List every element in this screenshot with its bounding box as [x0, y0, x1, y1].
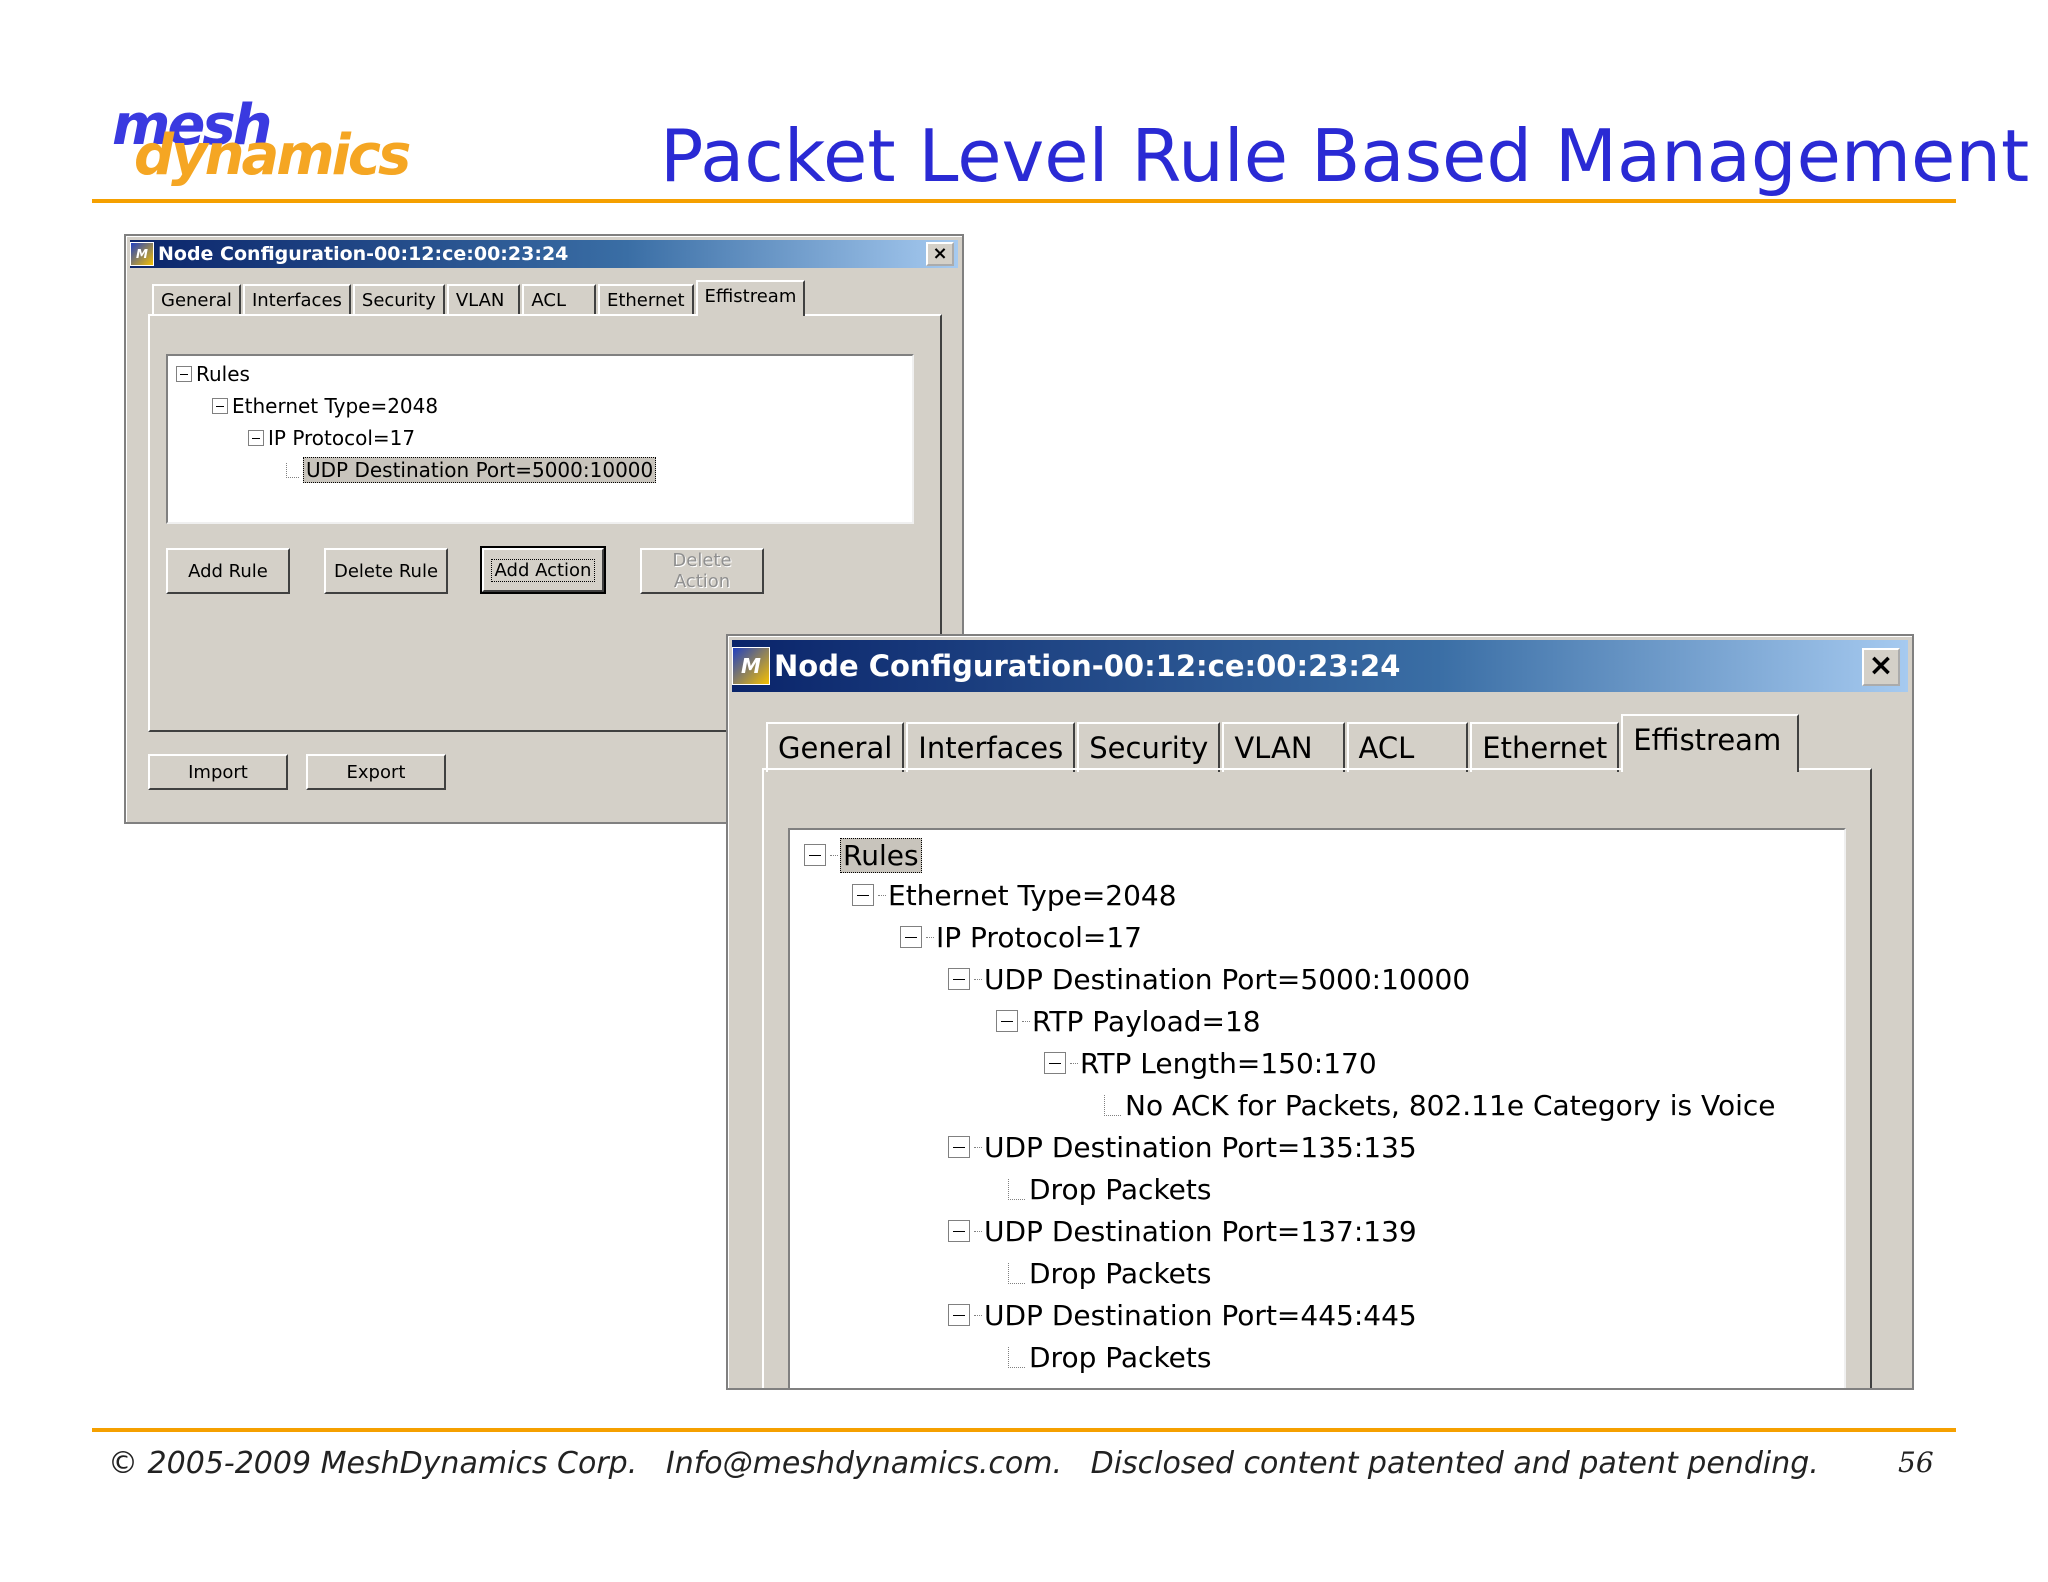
rules-tree[interactable]: Rules Ethernet Type=2048 IP Protocol=17 … [166, 354, 914, 524]
tree-node-udp-port-135[interactable]: UDP Destination Port=135:135 [948, 1128, 1417, 1166]
tab-interfaces[interactable]: Interfaces [906, 722, 1076, 772]
tree-node-udp-port-5000[interactable]: UDP Destination Port=5000:10000 [948, 960, 1470, 998]
collapse-icon[interactable] [948, 1304, 970, 1326]
tree-node-action-no-ack[interactable]: No ACK for Packets, 802.11e Category is … [1104, 1086, 1776, 1124]
tree-connector [1022, 1020, 1030, 1022]
slide-title: Packet Level Rule Based Management [660, 114, 2030, 198]
tree-node-ethernet-type[interactable]: Ethernet Type=2048 [852, 876, 1177, 914]
import-button[interactable]: Import [148, 754, 288, 790]
close-button[interactable]: × [926, 242, 954, 266]
tab-general[interactable]: General [152, 284, 241, 316]
app-icon: M [130, 242, 154, 266]
tab-ethernet[interactable]: Ethernet [1470, 722, 1620, 772]
tab-vlan[interactable]: VLAN [446, 284, 521, 316]
window-title: Node Configuration-00:12:ce:00:23:24 [158, 243, 569, 265]
tree-connector [1008, 1262, 1025, 1284]
tree-node-ethernet-type[interactable]: Ethernet Type=2048 [212, 392, 438, 420]
tree-node-rtp-length[interactable]: RTP Length=150:170 [1044, 1044, 1377, 1082]
tree-node-rules[interactable]: Rules [804, 836, 922, 874]
selected-node-label: Rules [840, 837, 922, 873]
collapse-icon[interactable] [212, 398, 228, 414]
add-rule-button[interactable]: Add Rule [166, 548, 290, 594]
collapse-icon[interactable] [248, 430, 264, 446]
tree-node-ip-protocol[interactable]: IP Protocol=17 [900, 918, 1142, 956]
tree-connector [1104, 1094, 1121, 1116]
tree-node-action-drop[interactable]: Drop Packets [1008, 1254, 1211, 1292]
collapse-icon[interactable] [948, 1136, 970, 1158]
tree-connector [1070, 1062, 1078, 1064]
tree-connector [830, 854, 838, 856]
tree-connector [878, 894, 886, 896]
tree-connector [1008, 1346, 1025, 1368]
tree-connector [974, 1314, 982, 1316]
copyright-footer: © 2005-2009 MeshDynamics Corp. Info@mesh… [108, 1446, 1819, 1481]
tree-node-udp-port-137[interactable]: UDP Destination Port=137:139 [948, 1212, 1417, 1250]
tree-node-rules[interactable]: Rules [176, 360, 250, 388]
tab-acl[interactable]: ACL [522, 284, 596, 316]
tree-node-action-drop[interactable]: Drop Packets [1008, 1170, 1211, 1208]
close-icon: × [1868, 648, 1894, 683]
tree-connector [974, 978, 982, 980]
node-configuration-window-front: M Node Configuration-00:12:ce:00:23:24 ×… [726, 634, 1914, 1390]
tree-connector [974, 1146, 982, 1148]
tab-acl[interactable]: ACL [1346, 722, 1469, 772]
collapse-icon[interactable] [176, 366, 192, 382]
tree-connector [926, 936, 934, 938]
tab-strip: General Interfaces Security VLAN ACL Eth… [152, 278, 807, 316]
close-icon: × [932, 243, 948, 264]
tree-node-action-drop[interactable]: Drop Packets [1008, 1338, 1211, 1376]
collapse-icon[interactable] [948, 1220, 970, 1242]
tab-general[interactable]: General [766, 722, 905, 772]
tab-ethernet[interactable]: Ethernet [597, 284, 694, 316]
collapse-icon[interactable] [948, 968, 970, 990]
app-icon: M [732, 647, 770, 685]
window-titlebar[interactable]: M Node Configuration-00:12:ce:00:23:24 [130, 240, 958, 268]
tree-node-ip-protocol[interactable]: IP Protocol=17 [248, 424, 415, 452]
tab-effistream[interactable]: Effistream [695, 280, 806, 316]
tab-interfaces[interactable]: Interfaces [242, 284, 351, 316]
selected-node-label: UDP Destination Port=5000:10000 [303, 457, 657, 483]
add-action-button[interactable]: Add Action [480, 546, 606, 594]
close-button[interactable]: × [1862, 648, 1900, 686]
tree-connector [974, 1230, 982, 1232]
collapse-icon[interactable] [900, 926, 922, 948]
footer-divider [92, 1428, 1956, 1432]
tree-node-rtp-payload[interactable]: RTP Payload=18 [996, 1002, 1261, 1040]
logo-dynamics-text: dynamics [134, 123, 411, 188]
collapse-icon[interactable] [1044, 1052, 1066, 1074]
delete-action-button[interactable]: Delete Action [640, 548, 764, 594]
meshdynamics-logo: mesh dynamics [112, 98, 412, 198]
tab-strip: General Interfaces Security VLAN ACL Eth… [766, 712, 1801, 772]
collapse-icon[interactable] [996, 1010, 1018, 1032]
collapse-icon[interactable] [804, 844, 826, 866]
tree-connector [286, 462, 299, 478]
delete-rule-button[interactable]: Delete Rule [324, 548, 448, 594]
window-title: Node Configuration-00:12:ce:00:23:24 [774, 649, 1401, 683]
tab-security[interactable]: Security [1077, 722, 1221, 772]
header-divider [92, 199, 1956, 203]
tree-node-udp-port[interactable]: UDP Destination Port=5000:10000 [286, 456, 657, 484]
tree-connector [1008, 1178, 1025, 1200]
export-button[interactable]: Export [306, 754, 446, 790]
collapse-icon[interactable] [852, 884, 874, 906]
tree-node-udp-port-445[interactable]: UDP Destination Port=445:445 [948, 1296, 1417, 1334]
window-titlebar[interactable]: M Node Configuration-00:12:ce:00:23:24 [732, 640, 1908, 692]
page-number: 56 [1898, 1446, 1934, 1479]
tab-security[interactable]: Security [352, 284, 445, 316]
rules-tree[interactable]: Rules Ethernet Type=2048 IP Protocol=17 … [788, 828, 1846, 1388]
tab-effistream[interactable]: Effistream [1621, 714, 1800, 772]
tab-vlan[interactable]: VLAN [1222, 722, 1345, 772]
